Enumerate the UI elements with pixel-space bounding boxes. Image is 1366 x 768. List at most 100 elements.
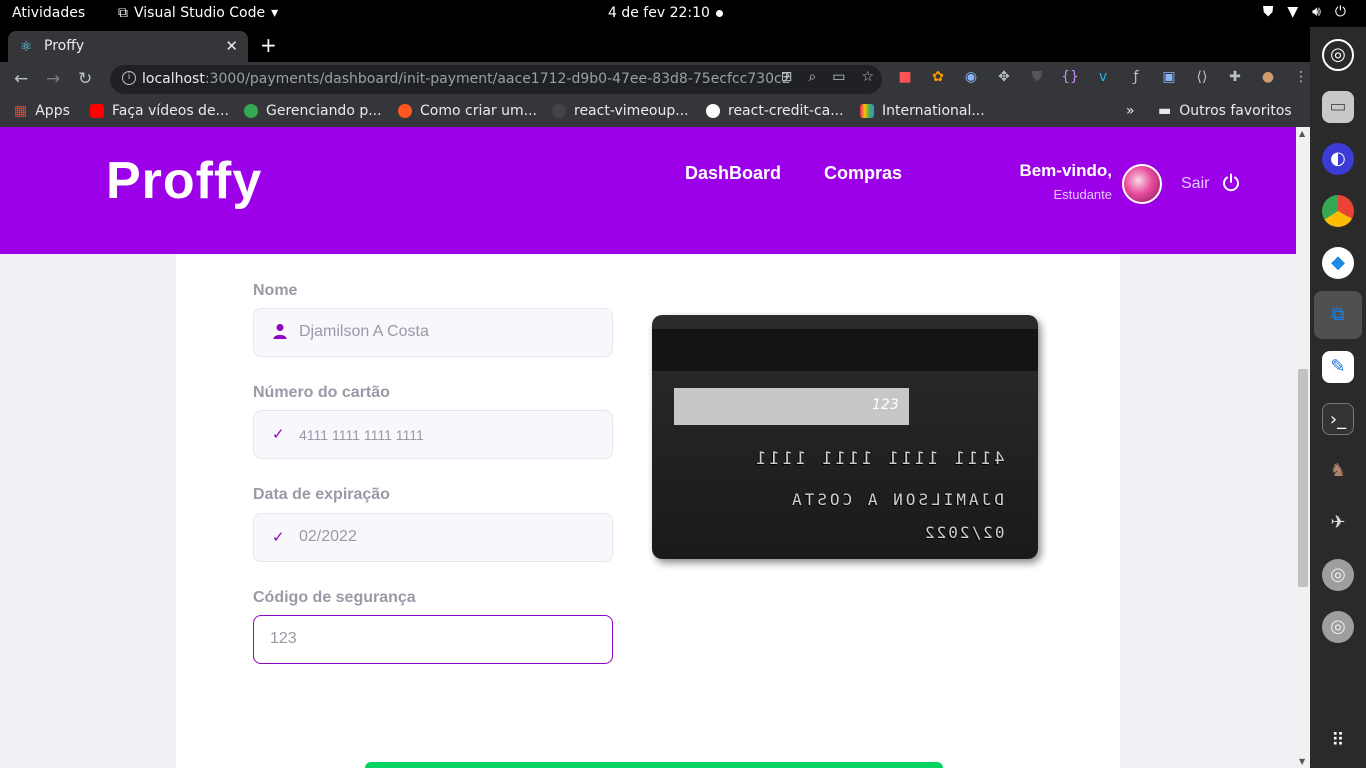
extension-box-icon[interactable]: ▣	[1160, 69, 1178, 85]
files-icon[interactable]: ▭	[1322, 91, 1354, 123]
page-scrollbar[interactable]: ▲ ▼	[1296, 127, 1310, 768]
nav-compras[interactable]: Compras	[824, 163, 902, 184]
bookmark-apps[interactable]: ▦ Apps	[14, 103, 70, 119]
expiry-label: Data de expiração	[253, 486, 390, 503]
payment-panel: Nome Djamilson A Costa Número do cartão …	[176, 254, 1120, 768]
app-name: Visual Studio Code	[134, 5, 266, 21]
disk-icon[interactable]: ◎	[1322, 559, 1354, 591]
github-icon	[552, 104, 566, 118]
bookmark-react-vimeo[interactable]: react-vimeoup...	[552, 103, 689, 119]
address-bar[interactable]: i localhost:3000/payments/dashboard/init…	[110, 65, 882, 94]
dev-app-icon[interactable]: ◆	[1322, 247, 1354, 279]
notification-dot	[716, 10, 723, 17]
welcome-block: Bem-vindo, Estudante	[1019, 161, 1112, 202]
card-cvc: 123	[872, 397, 899, 413]
bookmark-como-criar[interactable]: Como criar um...	[398, 103, 537, 119]
terminal-icon[interactable]: ›_	[1322, 403, 1354, 435]
expiry-field[interactable]: ✓ 02/2022	[253, 513, 613, 562]
new-tab-button[interactable]: +	[260, 33, 277, 57]
globe-icon	[706, 104, 720, 118]
bookmark-gerenciando[interactable]: Gerenciando p...	[244, 103, 382, 119]
disk-icon-2[interactable]: ◎	[1322, 611, 1354, 643]
gimp-icon[interactable]: ♞	[1322, 455, 1354, 487]
url-text[interactable]: localhost:3000/payments/dashboard/init-p…	[142, 71, 791, 87]
close-tab-icon[interactable]: ✕	[225, 37, 238, 55]
extension-shield-icon[interactable]: ⛊	[1028, 69, 1046, 85]
react-icon: ⚛	[20, 39, 33, 55]
card-number-field[interactable]: ✓ 4111 1111 1111 1111	[253, 410, 613, 459]
power-icon[interactable]	[1221, 173, 1241, 193]
bookmark-react-credit[interactable]: react-credit-ca...	[706, 103, 844, 119]
cvc-value: 123	[270, 630, 297, 647]
cvc-field[interactable]: 123	[253, 615, 613, 664]
inkscape-icon[interactable]: ✈	[1322, 507, 1354, 539]
reload-icon[interactable]: ↻	[78, 69, 92, 89]
youtube-icon	[90, 104, 104, 118]
app-menu[interactable]: ⧉ Visual Studio Code ▾	[118, 5, 278, 21]
profile-avatar-icon[interactable]: ●	[1259, 69, 1277, 85]
translate-icon[interactable]: ⊞	[781, 69, 793, 85]
zoom-icon[interactable]: ⌕	[808, 69, 816, 85]
forward-icon[interactable]: →	[46, 69, 60, 89]
firefox-dev-icon[interactable]: ◐	[1322, 143, 1354, 175]
shield-icon: ⛊	[1262, 4, 1274, 20]
extension-braces-icon[interactable]: {}	[1061, 69, 1079, 85]
chrome-icon[interactable]	[1322, 195, 1354, 227]
card-number-mirrored: 4111 1111 1111 1111	[752, 449, 1004, 469]
info-icon[interactable]: i	[122, 71, 136, 85]
system-tray[interactable]: ⛊ ▼ 🔊︎ ⏻	[1263, 4, 1346, 20]
power-menu-icon: ⏻	[1334, 4, 1346, 20]
expiry-value: 02/2022	[299, 528, 357, 545]
avatar[interactable]	[1122, 164, 1162, 204]
bookmarks-overflow[interactable]: »	[1126, 103, 1135, 119]
bookmark-label: react-vimeoup...	[574, 103, 689, 119]
user-role: Estudante	[1053, 187, 1112, 202]
bookmark-label: react-credit-ca...	[728, 103, 844, 119]
extension-red-icon[interactable]: ■	[896, 69, 914, 85]
user-icon	[272, 323, 288, 343]
vscode-dock-icon[interactable]: ⧉	[1314, 291, 1362, 339]
vimeo-icon[interactable]: v	[1094, 69, 1112, 85]
nav-dashboard[interactable]: DashBoard	[685, 163, 781, 184]
vscode-icon: ⧉	[118, 5, 128, 21]
extensions-area: ■ ✿ ◉ ✥ ⛊ {} v ƒ ▣ ⟨⟩ ✚ ● ⋮	[896, 69, 1310, 85]
extension-circle-icon[interactable]: ◉	[962, 69, 980, 85]
bookmark-label: Como criar um...	[420, 103, 537, 119]
submit-button[interactable]	[365, 762, 943, 768]
scroll-up-icon[interactable]: ▲	[1299, 129, 1305, 138]
magnetic-stripe	[652, 329, 1038, 371]
code-icon[interactable]: ⟨⟩	[1193, 69, 1211, 85]
show-apps-icon[interactable]: ⠿	[1322, 725, 1354, 757]
bookmark-label: Faça vídeos de...	[112, 103, 229, 119]
bookmark-label: Outros favoritos	[1179, 103, 1292, 119]
site-icon	[244, 104, 258, 118]
scrollbar-thumb[interactable]	[1298, 369, 1308, 587]
bookmark-videos[interactable]: Faça vídeos de...	[90, 103, 229, 119]
card-holder-mirrored: DJAMILSON A COSTA	[789, 490, 1004, 509]
bookmark-label: Apps	[35, 103, 70, 119]
function-icon[interactable]: ƒ	[1127, 69, 1145, 85]
reader-icon[interactable]: ▭	[832, 69, 845, 85]
card-number-label: Número do cartão	[253, 384, 390, 401]
text-editor-icon[interactable]: ✎	[1322, 351, 1354, 383]
activities-button[interactable]: Atividades	[12, 5, 85, 21]
extension-color-icon[interactable]: ✿	[929, 69, 947, 85]
check-icon: ✓	[272, 425, 285, 443]
bookmark-star-icon[interactable]: ☆	[861, 69, 874, 85]
extension-move-icon[interactable]: ✥	[995, 69, 1013, 85]
back-icon[interactable]: ←	[14, 69, 28, 89]
tab-proffy[interactable]: ⚛ Proffy ✕	[8, 31, 248, 62]
obs-icon[interactable]: ◎	[1322, 39, 1354, 71]
proffy-logo[interactable]: Proffy	[106, 151, 262, 211]
puzzle-icon[interactable]: ✚	[1226, 69, 1244, 85]
other-bookmarks[interactable]: ▬ Outros favoritos	[1158, 103, 1292, 119]
menu-kebab-icon[interactable]: ⋮	[1292, 69, 1310, 85]
bookmark-international[interactable]: International...	[860, 103, 985, 119]
name-field[interactable]: Djamilson A Costa	[253, 308, 613, 357]
logout-link[interactable]: Sair	[1181, 175, 1209, 193]
volume-icon: 🔊︎	[1312, 4, 1321, 20]
scroll-down-icon[interactable]: ▼	[1299, 757, 1305, 766]
cvc-label: Código de segurança	[253, 589, 416, 606]
name-label: Nome	[253, 282, 298, 299]
clock[interactable]: 4 de fev 22:10	[608, 5, 710, 21]
